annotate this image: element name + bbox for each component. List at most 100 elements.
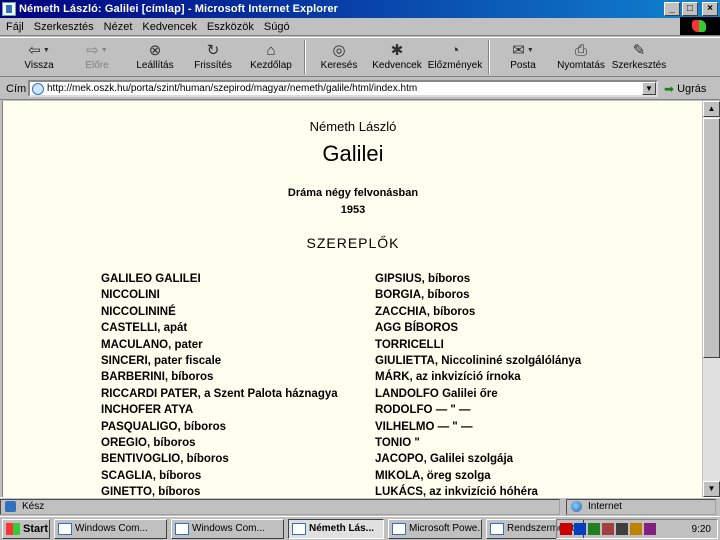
back-label: Vissza [24,60,54,71]
home-button[interactable]: ⌂ Kezdőlap [242,38,300,76]
cast-item: NICCOLININÉ [101,305,176,318]
refresh-label: Frissítés [194,60,232,71]
favorites-label: Kedvencek [372,60,422,71]
address-input[interactable]: http://mek.oszk.hu/porta/szint/human/sze… [28,80,658,97]
history-icon: ◔ [450,41,460,59]
clock: 9:20 [691,523,711,535]
cast-item: LUKÁCS, az inkvizíció hóhéra [375,486,538,497]
menu-view[interactable]: Nézet [104,21,133,33]
tray-volume-icon[interactable] [616,523,628,535]
cast-heading: SZEREPLŐK [306,235,400,251]
zone-text: Internet [588,501,622,512]
task-label: Németh Lás... [309,523,375,534]
page-icon [32,82,44,95]
cast-item: SCAGLIA, bíboros [101,469,202,482]
search-button[interactable]: ◎ Keresés [310,38,368,76]
go-label: Ugrás [677,82,707,95]
taskbar-item-windows-commander-1[interactable]: Windows Com... [54,518,167,539]
search-label: Keresés [320,60,358,71]
print-button[interactable]: ⎙ Nyomtatás [552,38,610,76]
menu-help[interactable]: Súgó [264,21,290,33]
close-button[interactable]: × [702,2,718,16]
taskbar-item-ie-galilei[interactable]: Németh Lás... [288,518,384,539]
task-label: Windows Com... [75,523,148,534]
scroll-thumb[interactable] [703,118,720,358]
cast-item: GALILEO GALILEI [101,273,201,285]
cast-item: PASQUALIGO, bíboros [101,420,227,433]
status-bar: Kész Internet [0,497,720,515]
back-button[interactable]: ⇦ ▼ Vissza [10,38,68,76]
scroll-up-button[interactable]: ▲ [703,101,720,117]
taskbar: Start Windows Com... Windows Com... Néme… [0,516,720,540]
task-label: Windows Com... [192,523,265,534]
task-label: Microsoft Powe... [409,523,482,534]
tray-network-icon[interactable] [588,523,600,535]
window-app-icon [175,522,189,535]
cast-item: MACULANO, pater [101,338,203,351]
ie-app-icon[interactable] [2,2,16,16]
edit-label: Szerkesztés [611,60,667,71]
status-zone-panel: Internet [566,498,716,515]
forward-button[interactable]: ⇨ ▼ Előre [68,38,126,76]
windows-logo-icon [680,17,720,35]
stop-button[interactable]: ⊗ Leállítás [126,38,184,76]
start-button[interactable]: Start [2,518,50,539]
window-title: Németh László: Galilei [címlap] - Micros… [19,3,339,15]
vertical-scrollbar[interactable]: ▲ ▼ [703,101,720,497]
tray-monitor-icon[interactable] [602,523,614,535]
cast-item: RODOLFO — " — [375,404,471,417]
cast-item: INCHOFER ATYA [101,404,194,417]
cast-list-left: GALILEO GALILEI NICCOLINI NICCOLININÉ CA… [101,273,338,497]
menu-tools[interactable]: Eszközök [207,21,254,33]
menu-favorites[interactable]: Kedvencek [142,21,196,33]
window-titlebar[interactable]: Németh László: Galilei [címlap] - Micros… [0,0,720,18]
maximize-button[interactable]: □ [682,2,698,16]
forward-label: Előre [85,60,109,71]
address-dropdown-icon[interactable]: ▼ [642,82,656,95]
window-controls: _ □ × [664,2,718,16]
tray-language-icon[interactable] [574,523,586,535]
menu-file[interactable]: Fájl [6,21,24,33]
back-arrow-icon: ⇦ ▼ [28,42,50,59]
search-icon: ◎ [332,42,346,59]
stop-icon: ⊗ [148,42,162,59]
cast-item: GINETTO, bíboros [101,486,201,497]
taskbar-item-windows-commander-2[interactable]: Windows Com... [171,518,284,539]
cast-item: BARBERINI, bíboros [101,371,214,384]
page-genre: Dráma négy felvonásban [287,187,419,199]
cast-item: TONIO " [375,436,420,449]
cast-item: CASTELLI, apát [101,322,188,335]
mail-button[interactable]: ✉ ▼ Posta [494,38,552,76]
tray-app-icon[interactable] [644,523,656,535]
page-content: Németh László Galilei Dráma négy felvoná… [2,101,702,497]
cast-item: BORGIA, bíboros [375,289,470,302]
favorites-button[interactable]: ✱ Kedvencek [368,38,426,76]
tray-n-icon[interactable] [560,523,572,535]
cast-item: JACOPO, Galilei szolgája [375,453,514,466]
menu-edit[interactable]: Szerkesztés [34,21,94,33]
status-text: Kész [22,501,45,512]
forward-arrow-icon: ⇨ ▼ [86,42,108,59]
mail-icon: ✉ ▼ [512,42,534,59]
edit-button[interactable]: ✎ Szerkesztés [610,38,668,76]
cast-item: ZACCHIA, bíboros [375,305,476,318]
cast-item: TORRICELLI [375,338,444,351]
history-button[interactable]: ◔ Előzmények [426,38,484,76]
cast-item: AGG BÍBOROS [375,322,459,335]
edit-page-icon: ✎ [632,42,646,59]
address-label: Cím [6,82,27,95]
status-text-panel: Kész [0,498,560,515]
scroll-down-button[interactable]: ▼ [703,481,720,497]
go-button[interactable]: ➡ Ugrás [664,82,706,96]
page-status-icon [5,501,16,512]
go-arrow-icon: ➡ [664,81,675,96]
taskbar-item-powerpoint[interactable]: Microsoft Powe... [388,518,482,539]
refresh-button[interactable]: ↻ Frissítés [184,38,242,76]
system-monitor-icon [490,522,504,535]
cast-item: GIPSIUS, bíboros [375,273,471,285]
cast-item: BENTIVOGLIO, bíboros [101,453,229,466]
start-label: Start [23,522,49,535]
tray-app-icon[interactable] [630,523,642,535]
address-bar: Cím http://mek.oszk.hu/porta/szint/human… [0,78,720,100]
minimize-button[interactable]: _ [664,2,680,16]
